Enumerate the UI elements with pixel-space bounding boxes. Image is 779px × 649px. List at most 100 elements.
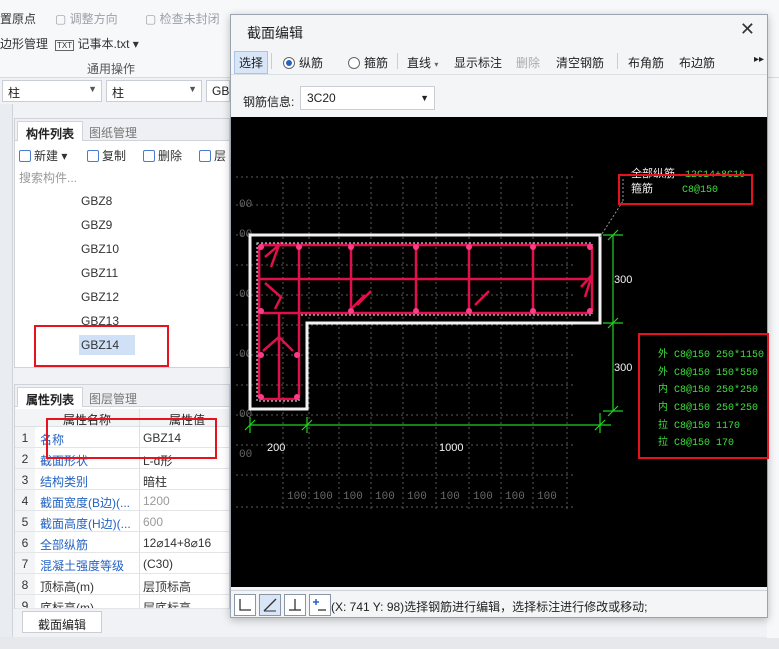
dimension-1000[interactable]: 1000 — [439, 442, 463, 454]
rebar-point[interactable] — [413, 308, 419, 314]
tab-layer-manage[interactable]: 图层管理 — [81, 387, 145, 407]
rebar-point[interactable] — [587, 308, 593, 314]
table-row[interactable]: 8 顶标高(m) 层顶标高 — [15, 574, 229, 595]
grid-label-bottom: 100 — [287, 491, 307, 503]
grid-label-bottom: 100 — [537, 491, 557, 503]
new-file-icon — [19, 150, 31, 162]
chevron-down-icon: ▼ — [188, 84, 197, 94]
table-row[interactable]: 6 全部纵筋 12⌀14+8⌀16 — [15, 532, 229, 553]
component-type-select[interactable]: 柱 ▼ — [106, 80, 202, 102]
close-icon[interactable]: ✕ — [740, 19, 755, 40]
property-value[interactable]: 600 — [143, 515, 229, 529]
floor-type-select[interactable]: 柱 ▼ — [2, 80, 102, 102]
stirrup-radio[interactable]: 箍筋 — [348, 54, 388, 71]
new-button[interactable]: 新建 ▾ — [19, 147, 67, 164]
leader-line — [599, 200, 624, 238]
rebar-point[interactable] — [413, 244, 419, 250]
tab-drawing-manage[interactable]: 图纸管理 — [81, 121, 145, 141]
property-value[interactable]: 层顶标高 — [143, 578, 229, 595]
property-value[interactable]: 暗柱 — [143, 473, 229, 490]
toolbar-overflow-icon[interactable]: ▸▸ — [754, 54, 764, 65]
list-item[interactable]: GBZ12 — [79, 287, 135, 307]
table-row[interactable]: 9 底标高(m) 层底标高 — [15, 595, 229, 609]
list-item[interactable]: GBZ10 — [79, 239, 135, 259]
rebar-point[interactable] — [258, 244, 264, 250]
show-annotation-button[interactable]: 显示标注 — [454, 54, 502, 71]
status-message: (X: 741 Y: 98)选择钢筋进行编辑，选择标注进行修改或移动; — [331, 600, 648, 614]
property-name: 结构类别 — [40, 475, 89, 489]
highlight-box-selected-component — [34, 325, 169, 367]
tab-component-list[interactable]: 构件列表 — [17, 121, 84, 141]
property-value[interactable]: 12⌀14+8⌀16 — [143, 536, 229, 550]
check-unclosed-button[interactable]: ▢ 检查未封闭 — [145, 10, 220, 27]
table-row[interactable]: 5 截面高度(H边)(... 600 — [15, 511, 229, 532]
property-value[interactable]: (C30) — [143, 557, 229, 571]
add-point-button[interactable] — [309, 594, 331, 616]
list-item[interactable]: GBZ11 — [79, 263, 135, 283]
rebar-point[interactable] — [466, 308, 472, 314]
property-name: 全部纵筋 — [40, 538, 89, 552]
dimension-200[interactable]: 200 — [267, 442, 285, 454]
edge-rebar-button[interactable]: 布边筋 — [679, 54, 715, 71]
row-index: 3 — [15, 469, 35, 489]
select-tool-button[interactable]: 选择 — [234, 51, 269, 74]
rebar-point[interactable] — [348, 308, 354, 314]
property-value[interactable]: 层底标高 — [143, 599, 229, 608]
line-tool-dropdown[interactable]: 直线 ▾ — [407, 54, 438, 71]
rebar-point[interactable] — [258, 352, 264, 358]
snap-line-button[interactable] — [259, 594, 281, 616]
table-row[interactable]: 3 结构类别 暗柱 — [15, 469, 229, 490]
dimension-300-top[interactable]: 300 — [614, 274, 632, 286]
component-name-select[interactable]: GB — [206, 80, 230, 102]
rebar-point[interactable] — [258, 308, 264, 314]
perpendicular-button[interactable] — [284, 594, 306, 616]
rebar-point[interactable] — [466, 244, 472, 250]
rebar-point[interactable] — [587, 244, 593, 250]
stirrup-hook — [474, 290, 490, 306]
dimension-300-bottom[interactable]: 300 — [614, 362, 632, 374]
section-edit-button[interactable]: 截面编辑 — [22, 611, 102, 633]
grid-label-bottom: 100 — [375, 491, 395, 503]
delete-button[interactable]: 删除 — [143, 147, 182, 164]
clear-rebar-button[interactable]: 清空钢筋 — [556, 54, 604, 71]
component-panel-tabs: 构件列表 图纸管理 — [15, 119, 229, 141]
section-edit-dialog: 截面编辑 ✕ 选择 纵筋 箍筋 直线 ▾ 显示标注 删除 清空钢筋 布角筋 布边… — [230, 14, 768, 618]
radio-unchecked-icon — [348, 57, 360, 69]
list-item[interactable]: GBZ9 — [79, 215, 135, 235]
grid-label-bottom: 100 — [313, 491, 333, 503]
rebar-point[interactable] — [530, 308, 536, 314]
layer-button[interactable]: 层 — [199, 147, 226, 164]
set-origin-button[interactable]: 置原点 — [0, 10, 36, 27]
rebar-point[interactable] — [294, 352, 300, 358]
chevron-down-icon: ▾ — [434, 60, 439, 69]
adjust-direction-button[interactable]: ▢ 调整方向 — [55, 10, 118, 27]
dialog-status-bar: (X: 741 Y: 98)选择钢筋进行编辑，选择标注进行修改或移动; — [231, 590, 767, 617]
notepad-button[interactable]: TXT 记事本.txt ▾ — [55, 35, 139, 52]
component-search-input[interactable]: 搜索构件... — [18, 169, 226, 187]
component-name-value: GB — [212, 84, 230, 98]
table-row[interactable]: 7 混凝土强度等级 (C30) — [15, 553, 229, 574]
table-row[interactable]: 4 截面宽度(B边)(... 1200 — [15, 490, 229, 511]
row-index: 6 — [15, 532, 35, 552]
concrete-outline[interactable] — [248, 233, 602, 411]
rebar-point[interactable] — [294, 394, 300, 400]
rebar-point[interactable] — [530, 244, 536, 250]
delete-tool-button[interactable]: 删除 — [516, 54, 540, 71]
txt-file-icon: TXT — [55, 40, 75, 51]
copy-button[interactable]: 复制 — [87, 147, 126, 164]
rebar-info-select[interactable]: 3C20 ▼ — [300, 86, 435, 110]
property-value[interactable]: 1200 — [143, 494, 229, 508]
ortho-mode-button[interactable] — [234, 594, 256, 616]
list-item[interactable]: GBZ8 — [79, 191, 135, 211]
component-filter-bar: 柱 ▼ 柱 ▼ GB — [0, 80, 230, 104]
tab-property-list[interactable]: 属性列表 — [17, 387, 84, 407]
polygon-manage-button[interactable]: 边形管理 — [0, 35, 48, 52]
longitudinal-rebar-radio[interactable]: 纵筋 — [283, 54, 323, 71]
property-name: 顶标高(m) — [40, 580, 94, 594]
corner-rebar-button[interactable]: 布角筋 — [628, 54, 664, 71]
rebar-point[interactable] — [258, 394, 264, 400]
rebar-point[interactable] — [296, 244, 302, 250]
rebar-point[interactable] — [348, 244, 354, 250]
dimension-lines — [244, 229, 623, 433]
grid-label-left: 00 — [239, 449, 252, 461]
